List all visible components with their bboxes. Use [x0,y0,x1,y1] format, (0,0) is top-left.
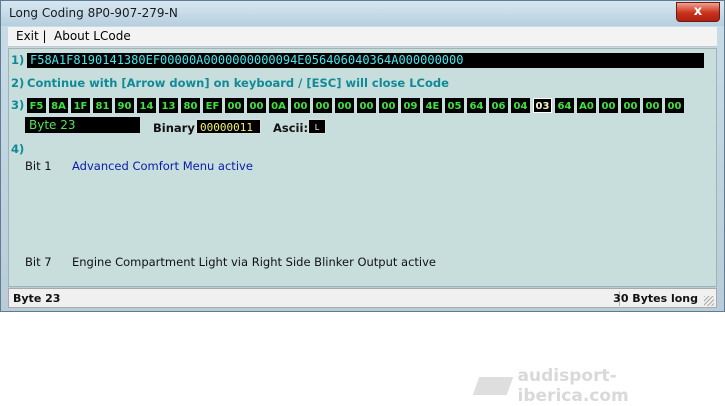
byte-cell[interactable]: 04 [511,98,530,113]
byte-cell[interactable]: 14 [137,98,156,113]
byte-cell[interactable]: 00 [225,98,244,113]
byte-cell[interactable]: F5 [27,98,46,113]
watermark-text: audisport-iberica.com [517,366,629,406]
binary-value: 00000011 [196,119,261,134]
bit-7-description[interactable]: Engine Compartment Light via Right Side … [72,255,436,269]
window-title: Long Coding 8P0-907-279-N [9,6,178,20]
byte-cell[interactable]: 80 [181,98,200,113]
step-4-label: 4) [11,142,25,156]
lcode-window: Long Coding 8P0-907-279-N x Exit | About… [0,0,725,312]
byte-cell[interactable]: 8A [49,98,68,113]
bit-1-description[interactable]: Advanced Comfort Menu active [72,159,253,173]
coding-panel: 1) F58A1F8190141380EF00000A0000000000094… [8,48,717,287]
byte-cell[interactable]: 05 [445,98,464,113]
byte-cell[interactable]: 00 [313,98,332,113]
status-byte: Byte 23 [13,292,61,305]
byte-cell[interactable]: 64 [467,98,486,113]
bit-7-label: Bit 7 [25,255,52,269]
byte-cell[interactable]: 00 [599,98,618,113]
title-bar[interactable]: Long Coding 8P0-907-279-N x [1,1,724,26]
bit-1-label: Bit 1 [25,159,52,173]
byte-cell[interactable]: EF [203,98,222,113]
resize-grip-icon[interactable] [704,296,714,306]
byte-cell[interactable]: 00 [621,98,640,113]
menu-exit[interactable]: Exit | [16,29,47,43]
step-2-label: 2) [11,76,25,90]
instruction-text: Continue with [Arrow down] on keyboard /… [27,76,449,90]
byte-cell[interactable]: 1F [71,98,90,113]
ascii-value: L [308,119,326,134]
byte-cell[interactable]: 4E [423,98,442,113]
status-length: 30 Bytes long [613,292,698,305]
status-bar: Byte 23 30 Bytes long [8,288,717,308]
step-3-label: 3) [11,98,25,112]
watermark: audisport-iberica.com [472,366,725,406]
byte-grid: F5 8A 1F 81 90 14 13 80 EF 00 00 0A 00 00 00 00 00 09 4E 05… [27,98,684,113]
byte-cell[interactable]: 00 [291,98,310,113]
byte-cell[interactable]: 06 [489,98,508,113]
byte-cell[interactable]: 13 [159,98,178,113]
byte-cell[interactable]: A0 [577,98,596,113]
byte-cell[interactable]: 00 [335,98,354,113]
byte-cell[interactable]: 81 [93,98,112,113]
binary-label: Binary: [153,121,200,135]
menu-about[interactable]: About LCode [54,29,131,43]
byte-cell[interactable]: 0A [269,98,288,113]
watermark-logo-icon [472,377,513,395]
byte-cell[interactable]: 09 [401,98,420,113]
byte-cell[interactable]: 03 [533,98,552,113]
ascii-label: Ascii: [273,121,309,135]
long-code-field[interactable]: F58A1F8190141380EF00000A0000000000094E05… [27,53,704,68]
close-button[interactable]: x [676,2,720,22]
byte-cell[interactable]: 90 [115,98,134,113]
byte-cell[interactable]: 64 [555,98,574,113]
byte-cell[interactable]: 00 [643,98,662,113]
byte-cell[interactable]: 00 [665,98,684,113]
selected-byte-label: Byte 23 [25,117,140,133]
step-1-label: 1) [11,53,25,67]
byte-cell[interactable]: 00 [379,98,398,113]
byte-cell[interactable]: 00 [357,98,376,113]
menu-bar: Exit | About LCode [8,27,717,47]
byte-cell[interactable]: 00 [247,98,266,113]
